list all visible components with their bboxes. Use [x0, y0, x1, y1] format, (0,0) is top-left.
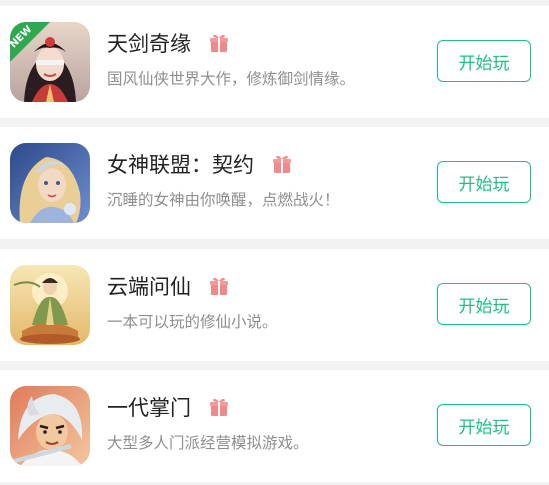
game-icon[interactable] [10, 265, 90, 345]
game-title: 云端问仙 [107, 275, 191, 299]
game-description: 一本可以玩的修仙小说。 [107, 313, 278, 331]
game-list: NEW 天剑奇缘 国风仙侠世界大作，修炼御剑情缘。 开始玩 女神联盟：契约 沉睡… [0, 0, 549, 485]
start-play-button[interactable]: 开始玩 [437, 161, 531, 203]
game-title: 一代掌门 [107, 396, 191, 420]
game-icon[interactable] [10, 386, 90, 466]
game-icon[interactable]: NEW [10, 22, 90, 102]
gift-icon[interactable] [208, 396, 230, 418]
game-list-item[interactable]: 一代掌门 大型多人门派经营模拟游戏。 开始玩 [0, 370, 549, 482]
gift-icon[interactable] [271, 153, 293, 175]
start-play-button[interactable]: 开始玩 [437, 283, 531, 325]
gift-icon[interactable] [208, 275, 230, 297]
game-list-item[interactable]: 女神联盟：契约 沉睡的女神由你唤醒，点燃战火！ 开始玩 [0, 127, 549, 239]
game-list-item[interactable]: NEW 天剑奇缘 国风仙侠世界大作，修炼御剑情缘。 开始玩 [0, 6, 549, 118]
goddess-portrait-icon [10, 143, 90, 223]
game-list-item[interactable]: 云端问仙 一本可以玩的修仙小说。 开始玩 [0, 249, 549, 361]
game-description: 大型多人门派经营模拟游戏。 [107, 434, 309, 452]
immortal-cultivator-icon [10, 265, 90, 345]
start-play-button[interactable]: 开始玩 [437, 40, 531, 82]
new-badge-icon: NEW [10, 22, 50, 62]
gift-icon[interactable] [208, 32, 230, 54]
start-play-button[interactable]: 开始玩 [437, 404, 531, 446]
sect-master-portrait-icon [10, 386, 90, 466]
game-title: 女神联盟：契约 [107, 153, 254, 177]
game-title: 天剑奇缘 [107, 32, 191, 56]
game-icon[interactable] [10, 143, 90, 223]
game-description: 国风仙侠世界大作，修炼御剑情缘。 [107, 70, 356, 88]
game-description: 沉睡的女神由你唤醒，点燃战火！ [107, 191, 340, 209]
